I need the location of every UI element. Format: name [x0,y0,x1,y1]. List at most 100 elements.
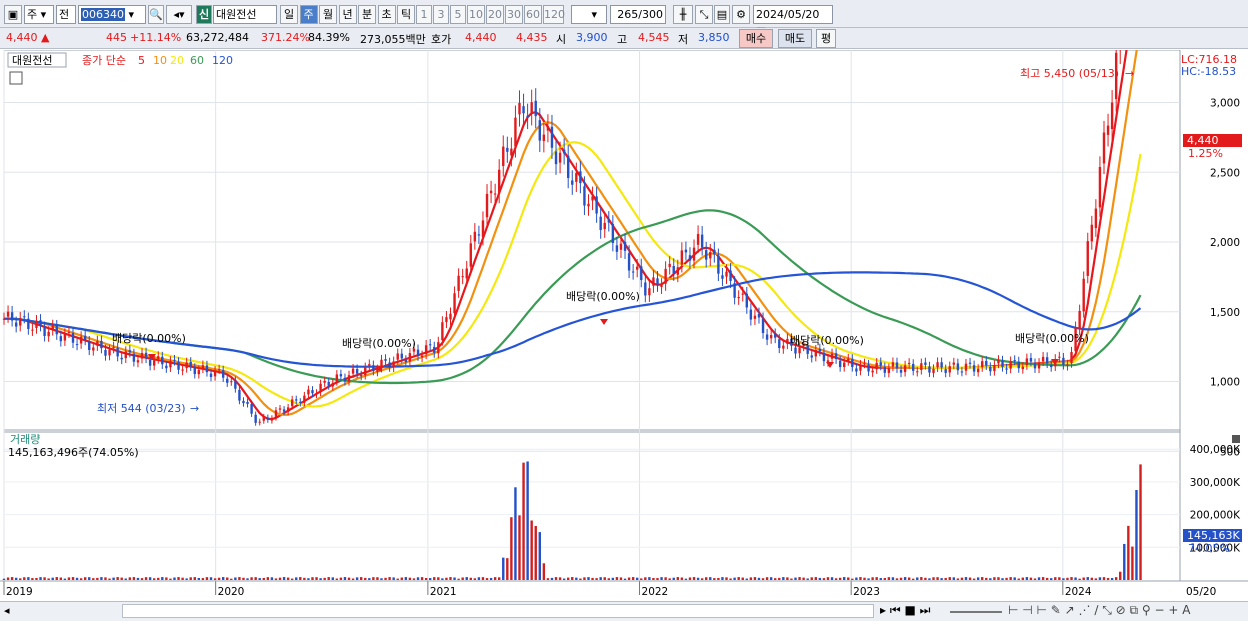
minute-button-60[interactable]: 60 [524,5,542,24]
tab-분[interactable]: 분 [358,5,376,24]
candle-body [481,220,485,237]
volume-bar [725,577,728,580]
volume-bar [916,577,919,580]
volume-bar [193,577,196,580]
extra-select[interactable]: ▾ [571,5,607,24]
candle-body [347,375,351,382]
legend-ma-10: 10 [153,54,167,67]
minute-button-3[interactable]: 3 [433,5,449,24]
volume-bar [169,578,172,580]
tab-초[interactable]: 초 [377,5,396,24]
stock-name[interactable]: 대원전선 [213,5,277,24]
volume-bar [197,577,201,580]
candle-body [384,359,387,361]
volume-bar [327,577,330,580]
candle-body [497,169,501,194]
volume-bar [303,577,306,580]
volume-bar [372,577,375,580]
tab-월[interactable]: 월 [319,5,337,24]
candle-body [765,334,769,340]
volume-bar [51,577,54,580]
minute-button-10[interactable]: 10 [467,5,485,24]
candle-body [1013,360,1016,362]
volume-bar [895,578,899,580]
sound-icon[interactable]: ◂▾ [166,5,192,24]
candle-body [63,333,67,341]
period-select[interactable]: 주 ▾ [24,5,54,24]
volume-bar [10,577,14,580]
volume-bar [473,578,477,580]
candle-body [319,383,322,393]
candle-body [993,364,996,372]
market-select[interactable]: 전 [56,5,76,24]
candle-body [205,365,209,373]
candle-body [636,266,639,270]
search-icon[interactable]: 🔍 [148,5,164,24]
candle-body [10,312,14,321]
buy-button[interactable]: 매수 [739,29,773,48]
volume-bar [461,577,464,580]
open-price: 3,900 [576,31,608,44]
volume-pct-tag: 74.05% [1188,542,1230,555]
tab-년[interactable]: 년 [338,5,357,24]
volume-bar [830,577,834,580]
candle-icon[interactable]: ╫ [673,5,693,24]
candle-body [112,346,115,349]
candle-body [502,146,505,166]
scroll-thumb[interactable] [122,604,874,618]
layout-icon[interactable]: ▣ [4,5,22,24]
volume-bar [518,515,521,580]
candle-body [169,361,172,368]
tab-주[interactable]: 주 [299,5,318,24]
dividend-note: 배당락(0.00%) [112,332,186,345]
volume-bar [968,577,972,580]
scroll-left-icon[interactable]: ◂ [4,604,10,617]
volume-bar [502,557,505,580]
tab-틱[interactable]: 틱 [397,5,415,24]
candle-body [14,322,18,327]
candle-body [607,220,610,223]
y-tick-label: 1,500 [1210,307,1240,319]
candle-body [960,371,964,373]
volume-bar [124,578,127,580]
stock-chart[interactable]: 5,0004,5004,0003,5003,0002,5002,0001,500… [0,50,1248,602]
volume-bar [1131,546,1134,580]
play-controls[interactable]: ▸ ⏮ ■ ⏭ [880,603,930,618]
minute-button-1[interactable]: 1 [416,5,432,24]
tool-icons[interactable]: ⊢ ⊣ ⊢ ✎ ↗ ⋰ ∕ ⤡ ⊘ ⧉ ⚲ − + A [1008,603,1190,618]
candle-body [554,151,558,165]
candle-body [631,271,635,273]
minute-button-30[interactable]: 30 [505,5,523,24]
volume-bar [35,577,38,580]
volume-bar [315,577,318,580]
volume-bar [441,578,444,580]
minute-button-20[interactable]: 20 [486,5,504,24]
volume-bar [250,577,253,580]
count-input[interactable]: 265/300 [610,5,666,24]
zoom-slider[interactable] [950,611,1002,613]
volume-bar [364,577,367,580]
gear-icon[interactable]: ⚙ [732,5,750,24]
open-label: 시 [556,33,567,46]
sell-button[interactable]: 매도 [778,29,812,48]
volume-bar [729,578,732,580]
volume-bar [899,577,903,580]
candle-body [226,378,229,383]
volume-bar [692,577,696,580]
candle-body [307,389,310,395]
avg-button[interactable]: 평 [816,29,836,48]
volume-bar [481,577,485,580]
tab-일[interactable]: 일 [280,5,298,24]
save-icon[interactable]: ▤ [714,5,730,24]
minute-button-120[interactable]: 120 [543,5,565,24]
volume-bar [181,577,184,580]
volume-bar [554,577,558,580]
chart-scrollbar[interactable]: ◂ ▸ ⏮ ■ ⏭ ⊢ ⊣ ⊢ ✎ ↗ ⋰ ∕ ⤡ ⊘ ⧉ ⚲ − + A [0,601,1248,621]
line-icon[interactable]: ⤡ [695,5,713,24]
date-input[interactable]: 2024/05/20 ▦ [753,5,833,38]
minute-button-5[interactable]: 5 [450,5,466,24]
volume-bar [368,578,371,580]
code-input[interactable]: 006340 ▾ [78,5,146,24]
candle-body [518,102,521,115]
volume-bar [786,577,789,580]
